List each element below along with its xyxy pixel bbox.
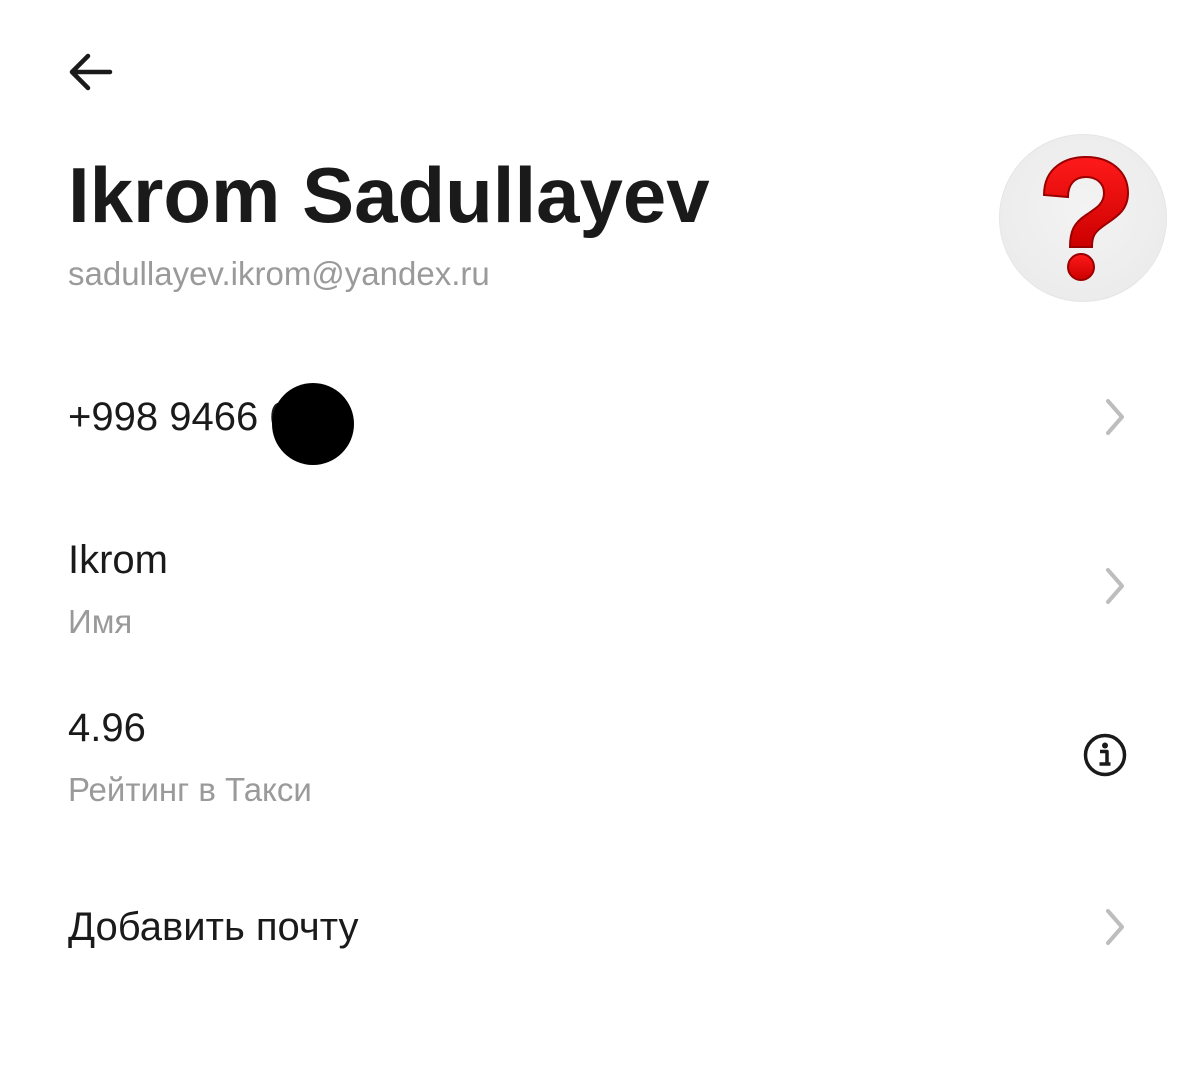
profile-header: Ikrom Sadullayev sadullayev.ikrom@yandex… bbox=[68, 150, 948, 294]
info-icon bbox=[1083, 733, 1127, 777]
back-button[interactable] bbox=[58, 42, 122, 102]
rating-label: Рейтинг в Такси bbox=[68, 771, 312, 808]
profile-name: Ikrom Sadullayev bbox=[68, 151, 710, 239]
phone-row[interactable]: +998 9466 66 bbox=[0, 385, 1200, 465]
add-email-row[interactable]: Добавить почту bbox=[0, 895, 1200, 965]
name-row[interactable]: Ikrom Имя bbox=[0, 530, 1200, 650]
add-email-label: Добавить почту bbox=[68, 905, 359, 949]
rating-value: 4.96 bbox=[68, 706, 146, 750]
avatar[interactable] bbox=[999, 134, 1167, 302]
chevron-right-icon bbox=[1098, 905, 1132, 949]
name-value: Ikrom bbox=[68, 538, 168, 582]
chevron-right-icon bbox=[1098, 564, 1132, 608]
name-label: Имя bbox=[68, 603, 133, 640]
profile-email: sadullayev.ikrom@yandex.ru bbox=[68, 255, 490, 292]
arrow-left-icon bbox=[69, 53, 113, 91]
rating-row: 4.96 Рейтинг в Такси bbox=[0, 698, 1200, 818]
chevron-right-icon bbox=[1098, 395, 1132, 439]
info-button[interactable] bbox=[1080, 730, 1130, 780]
question-mark-icon bbox=[1042, 155, 1130, 281]
redaction-mark bbox=[272, 383, 354, 465]
